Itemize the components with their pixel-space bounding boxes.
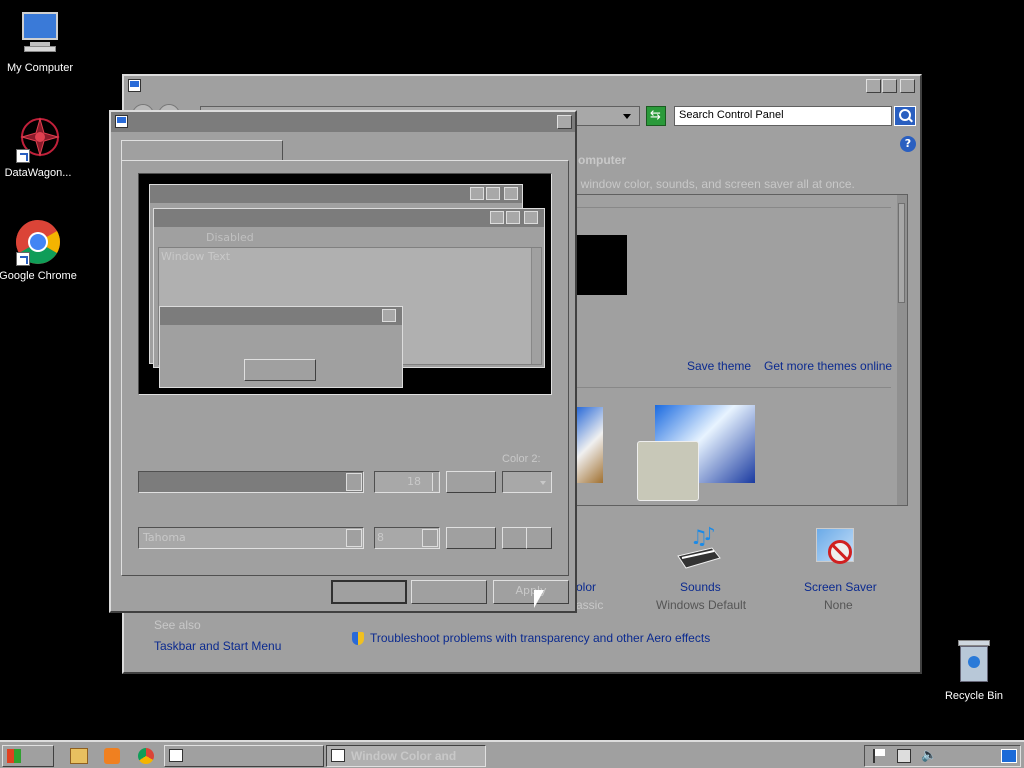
desktop-icon-label: DataWagon... [4,167,72,179]
window-icon [115,115,128,128]
shield-icon [352,632,364,645]
font-dropdown[interactable]: Tahoma [138,527,364,549]
preview-menu-disabled: Disabled [206,231,254,244]
appearance-dialog: Disabled Window Text Color 2: 18 Tahoma … [109,110,577,613]
italic-button[interactable] [526,527,552,549]
taskbar-start-menu-link[interactable]: Taskbar and Start Menu [154,639,281,653]
dialog-title-bar[interactable] [111,112,575,132]
taskbar: Window Color and Ap... 🔈 [0,740,1024,768]
mouse-cursor [534,590,544,608]
desktop-icon-label: My Computer [6,62,74,74]
preview-area: Disabled Window Text [138,173,552,395]
theme-preview-black[interactable] [577,235,627,295]
font-color-button[interactable] [446,527,496,549]
preview-window-text: Window Text [161,250,231,263]
datawagon-icon [14,115,62,163]
item-dropdown[interactable] [138,471,364,493]
help-icon[interactable]: ? [900,136,916,152]
themes-pane: Save theme Get more themes online [576,194,908,506]
vertical-scrollbar[interactable] [897,195,907,505]
sounds-link[interactable]: Sounds [680,580,721,594]
minimize-button[interactable] [866,79,881,93]
screen-saver-link[interactable]: Screen Saver [804,580,877,594]
search-input[interactable]: Search Control Panel [674,106,892,126]
sounds-value: Windows Default [656,598,747,612]
close-button[interactable] [557,115,572,129]
preview-ok-button [244,359,316,381]
ok-button[interactable] [331,580,407,604]
window-icon [169,749,183,762]
desktop-icon-datawagon[interactable]: DataWagon... [0,115,78,179]
cancel-button[interactable] [411,580,487,604]
media-player-icon[interactable] [104,748,120,764]
window-icon [331,749,345,762]
refresh-icon: ⇆ [650,108,661,123]
screen-saver-icon[interactable] [814,526,860,572]
get-more-themes-link[interactable]: Get more themes online [764,359,892,373]
system-tray: 🔈 [864,745,1021,767]
chrome-icon[interactable] [138,748,154,764]
chevron-down-icon[interactable] [623,114,631,119]
preview-message-box [159,306,403,388]
sounds-icon[interactable]: ♫ ♪ [676,524,722,572]
desktop-icon-label: Recycle Bin [944,690,1004,702]
explorer-icon[interactable] [70,748,88,764]
color-link[interactable]: olor [576,580,596,594]
refresh-button[interactable]: ⇆ [646,106,666,126]
task-button-window-color[interactable]: Window Color and Ap... [326,745,486,767]
shortcut-arrow-icon [16,252,30,266]
desktop-icon-recycle-bin[interactable]: Recycle Bin [934,638,1014,702]
color2-label: Color 2: [502,453,541,465]
recycle-bin-icon [950,638,998,686]
color1-button[interactable] [446,471,496,493]
tab-appearance[interactable] [121,140,283,162]
apply-button[interactable]: Apply [493,580,569,604]
windows-logo-icon [7,749,21,763]
font-value: Tahoma [143,531,186,544]
chevron-down-icon [540,481,546,485]
task-button-control-panel[interactable] [164,745,324,767]
computer-icon [16,10,64,58]
color-value: assic [576,598,604,612]
troubleshoot-link[interactable]: Troubleshoot problems with transparency … [370,631,710,645]
desktop-icon-label: Google Chrome [0,270,77,282]
tab-page: Disabled Window Text Color 2: 18 Tahoma … [121,160,569,576]
font-size-dropdown[interactable]: 8 [374,527,440,549]
theme-thumbnail-selected[interactable] [637,441,699,501]
action-center-flag-icon[interactable] [873,749,885,763]
desktop-icon-google-chrome[interactable]: Google Chrome [0,218,78,282]
volume-icon[interactable]: 🔈 [921,748,937,763]
save-theme-link[interactable]: Save theme [687,359,751,373]
task-button-label: Window Color and Ap... [351,749,457,763]
size-value: 18 [407,475,421,488]
title-bar[interactable] [124,76,920,96]
shortcut-arrow-icon [16,149,30,163]
desktop-icon-my-computer[interactable]: My Computer [0,10,80,74]
see-also-heading: See also [154,618,201,632]
close-button[interactable] [900,79,915,93]
page-title: omputer [578,153,626,167]
page-description: , window color, sounds, and screen saver… [574,177,855,191]
bold-button[interactable] [502,527,528,549]
show-desktop-icon[interactable] [1001,749,1017,763]
chrome-icon [14,218,62,266]
theme-thumbnail[interactable] [577,407,603,483]
start-button[interactable] [2,745,54,767]
search-button[interactable] [894,106,916,126]
color2-dropdown[interactable] [502,471,552,493]
font-size-value: 8 [377,531,384,544]
size-spinner[interactable]: 18 [374,471,440,493]
network-icon[interactable] [897,749,911,763]
svg-text:♪: ♪ [704,526,716,545]
maximize-button[interactable] [882,79,897,93]
screen-saver-value: None [824,598,853,612]
window-icon [128,79,141,92]
